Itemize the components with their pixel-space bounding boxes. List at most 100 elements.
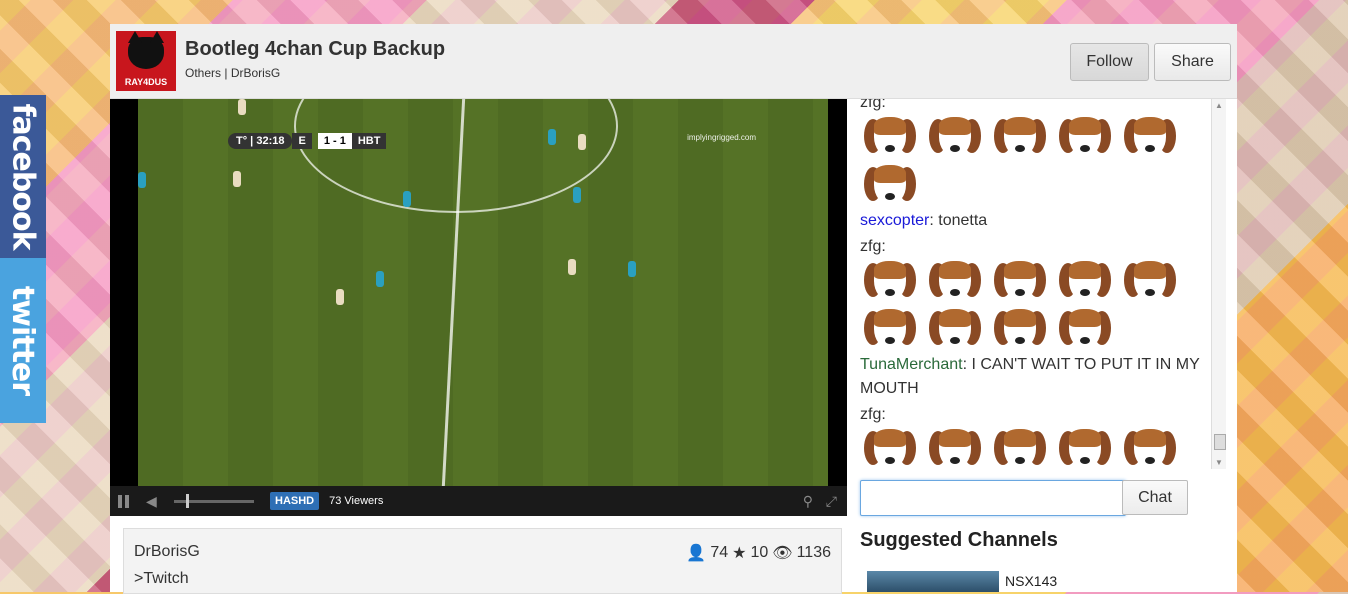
suggested-channel-name[interactable]: NSX143 (1005, 573, 1057, 589)
dog-emote-icon (1055, 307, 1115, 351)
chat-colon: : (881, 99, 886, 111)
share-button[interactable]: Share (1154, 43, 1231, 81)
star-count: 10 (750, 544, 769, 561)
dog-emote-icon (925, 259, 985, 303)
player-controls: ◀ HASHD 73 Viewers ⚲ ⤢ (110, 486, 847, 516)
channel-logo[interactable]: RAY4DUS (116, 31, 176, 91)
channel-title: Bootleg 4chan Cup Backup (185, 38, 446, 60)
player-figure (238, 99, 246, 115)
hashd-badge[interactable]: HASHD (270, 492, 320, 510)
dog-emote-icon (1120, 115, 1180, 159)
score-hud: T° | 32:18 E 1 - 1 HBT (228, 132, 387, 150)
twitter-share-tab[interactable]: twitter (0, 258, 46, 423)
player-figure (336, 289, 344, 305)
dog-emote-icon (925, 115, 985, 159)
chat-send-button[interactable]: Chat (1122, 480, 1188, 515)
player-figure (573, 187, 581, 203)
hud-time: 32:18 (256, 135, 285, 147)
emote-group (860, 259, 1218, 351)
chat-message: zfg: (860, 99, 1218, 207)
chat-colon: : (881, 238, 886, 255)
match-clock: T° | 32:18 (228, 133, 293, 149)
chat-message: sexcopter: tonetta (860, 209, 1218, 233)
viewer-count: 73 Viewers (329, 495, 384, 507)
person-icon: 👤 (686, 545, 707, 562)
suggested-channel-thumbnail[interactable] (867, 571, 999, 592)
dog-emote-icon (1120, 427, 1180, 469)
chat-username[interactable]: TunaMerchant (860, 356, 963, 373)
chat-text: tonetta (938, 212, 988, 229)
channel-card: RAY4DUS Bootleg 4chan Cup Backup Others … (110, 24, 1237, 594)
chat-colon: : (881, 406, 886, 423)
hud-flag: T° (236, 135, 248, 147)
player-figure (138, 172, 146, 188)
dog-emote-icon (990, 427, 1050, 469)
player-figure (403, 191, 411, 207)
hud-score: 1 - 1 (317, 133, 352, 149)
channel-info-panel: DrBorisG 👤 74 ★ 10 👁 1136 >Twitch (123, 528, 842, 594)
dog-emote-icon (1055, 259, 1115, 303)
hud-team-right: HBT (351, 133, 387, 149)
subtitle-separator: | (221, 66, 231, 80)
dog-emote-icon (860, 163, 920, 207)
volume-icon[interactable]: ◀ (146, 493, 162, 510)
chat-username[interactable]: zfg (860, 406, 881, 423)
facebook-share-tab[interactable]: facebook (0, 95, 46, 258)
dog-emote-icon (860, 115, 920, 159)
cat-logo-icon (128, 31, 164, 69)
scroll-down-icon[interactable]: ▼ (1215, 458, 1223, 467)
dog-emote-icon (925, 307, 985, 351)
dog-emote-icon (1055, 427, 1115, 469)
chat-message: zfg: (860, 235, 1218, 351)
fullscreen-icon[interactable]: ⤢ (826, 493, 837, 510)
channel-description: >Twitch (134, 570, 189, 587)
player-figure (233, 171, 241, 187)
dog-emote-icon (990, 307, 1050, 351)
channel-subtitle: Others | DrBorisG (185, 66, 280, 80)
dog-emote-icon (1055, 115, 1115, 159)
follow-button[interactable]: Follow (1070, 43, 1149, 81)
chat-username[interactable]: zfg (860, 238, 881, 255)
emote-group (860, 427, 1218, 469)
chat-message-list: zfg: sexcopter: tonetta zfg: TunaMerchant… (860, 99, 1218, 469)
video-frame: T° | 32:18 E 1 - 1 HBT implyingrigged.co… (138, 99, 828, 486)
dog-emote-icon (860, 427, 920, 469)
info-owner[interactable]: DrBorisG (134, 543, 200, 561)
dog-emote-icon (990, 115, 1050, 159)
channel-owner-link[interactable]: DrBorisG (231, 66, 280, 80)
location-pin-icon[interactable]: ⚲ (803, 493, 813, 510)
pause-icon[interactable] (118, 494, 132, 508)
dog-emote-icon (990, 259, 1050, 303)
player-figure (628, 261, 636, 277)
facebook-label: facebook (5, 103, 41, 250)
chat-colon: : (929, 212, 939, 229)
suggested-channels-heading: Suggested Channels (860, 529, 1058, 551)
chat-message: TunaMerchant: I CAN'T WAIT TO PUT IT IN … (860, 353, 1218, 401)
video-player[interactable]: T° | 32:18 E 1 - 1 HBT implyingrigged.co… (110, 99, 847, 516)
dog-emote-icon (860, 307, 920, 351)
hud-team-left: E (292, 133, 312, 149)
chat-message: zfg: (860, 403, 1218, 469)
emote-group (860, 115, 1218, 207)
chat-username[interactable]: sexcopter (860, 212, 929, 229)
video-watermark: implyingrigged.com (687, 133, 756, 142)
channel-header: RAY4DUS Bootleg 4chan Cup Backup Others … (110, 24, 1237, 99)
star-icon: ★ (732, 545, 747, 562)
scrollbar-thumb[interactable] (1214, 434, 1226, 450)
view-count: 1136 (796, 544, 831, 561)
channel-category-link[interactable]: Others (185, 66, 221, 80)
chat-username[interactable]: zfg (860, 99, 881, 111)
center-circle (294, 99, 618, 213)
dog-emote-icon (860, 259, 920, 303)
volume-slider[interactable] (174, 493, 254, 508)
chat-scrollbar[interactable]: ▲ ▼ (1211, 99, 1226, 469)
logo-text: RAY4DUS (124, 77, 168, 87)
chat-input[interactable] (860, 480, 1126, 516)
scroll-up-icon[interactable]: ▲ (1215, 101, 1223, 110)
volume-slider-handle[interactable] (186, 493, 189, 508)
player-figure (548, 129, 556, 145)
dog-emote-icon (1120, 259, 1180, 303)
twitter-label: twitter (5, 285, 41, 396)
player-figure (376, 271, 384, 287)
player-figure (568, 259, 576, 275)
